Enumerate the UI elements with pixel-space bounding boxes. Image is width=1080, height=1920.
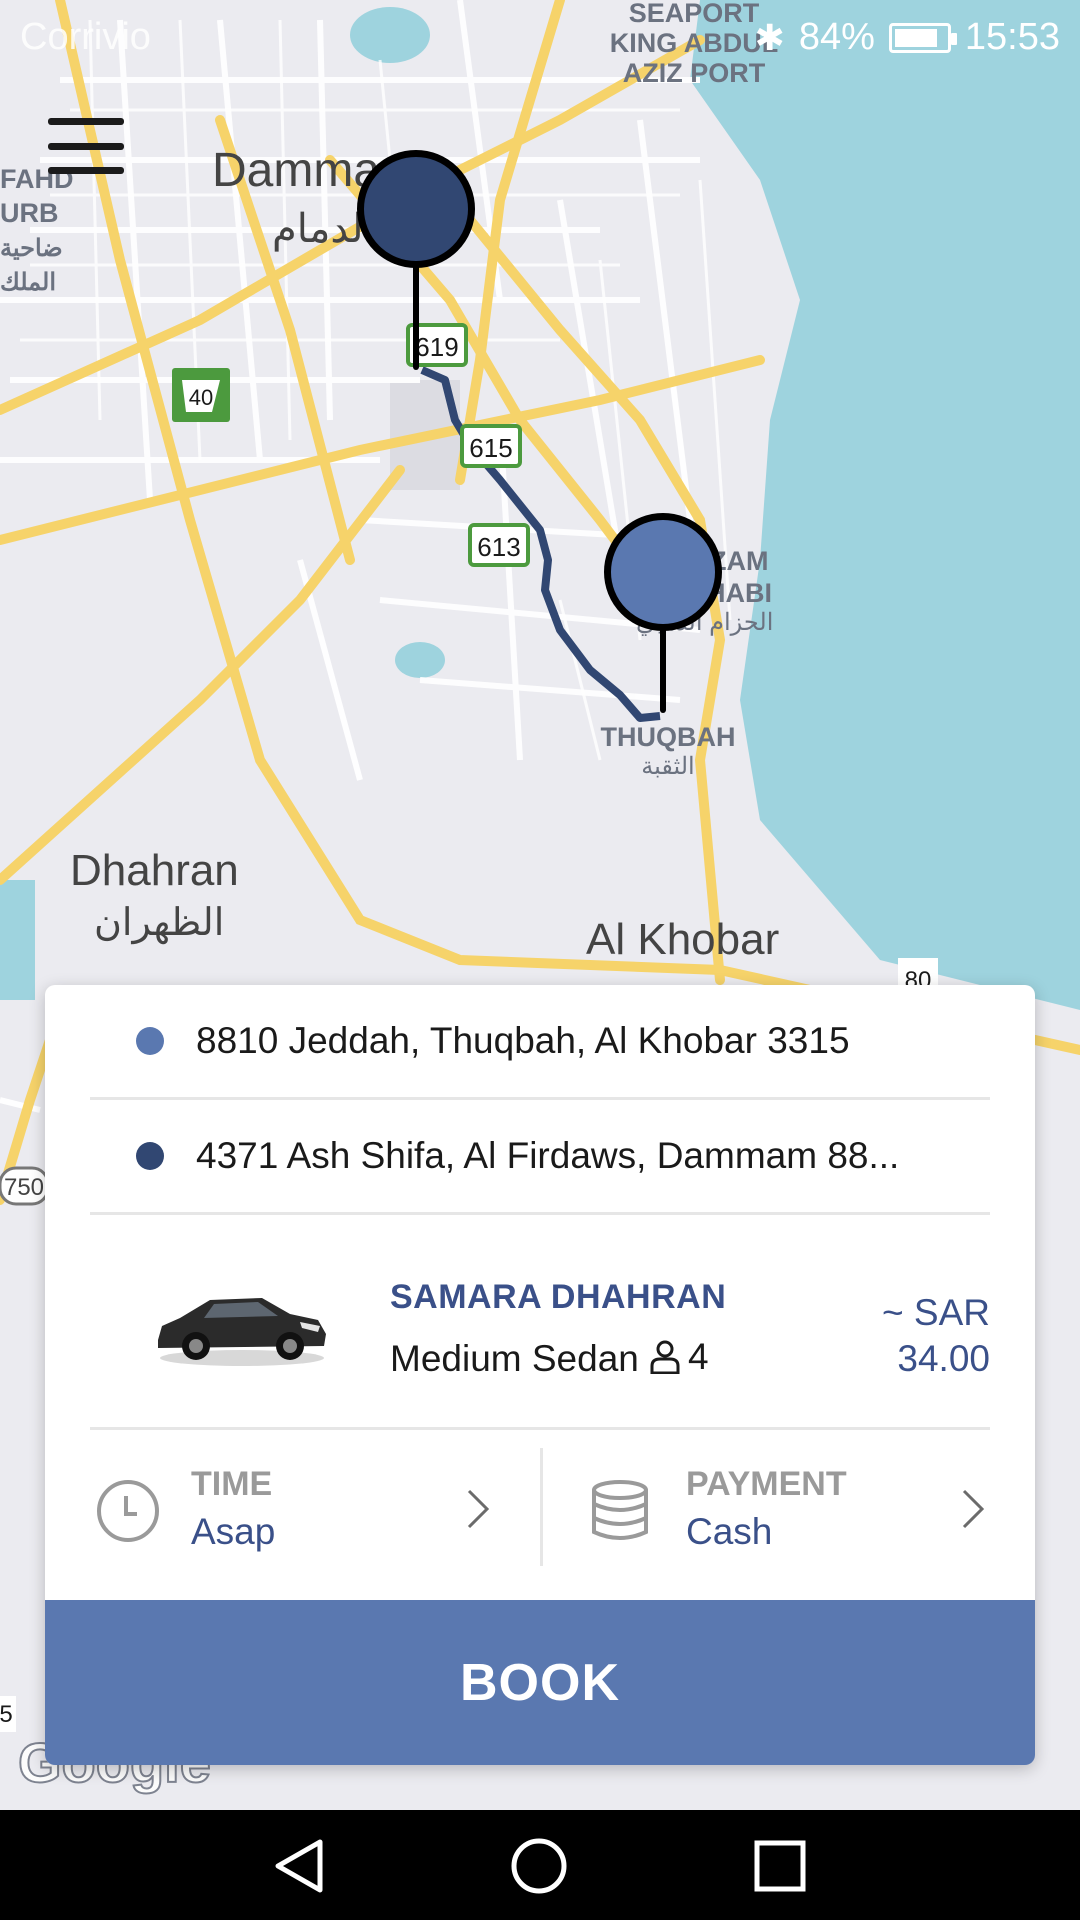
- dropoff-address: 4371 Ash Shifa, Al Firdaws, Dammam 88...: [196, 1135, 900, 1176]
- price-value: 34.00: [897, 1338, 990, 1379]
- car-icon: [158, 1298, 326, 1366]
- map-label-al-khobar: Al Khobar: [586, 915, 779, 964]
- map-label-dhahran-ar: الظهران: [94, 902, 224, 945]
- seat-count-value: 4: [688, 1336, 709, 1377]
- vehicle-type: Medium Sedan: [390, 1338, 639, 1379]
- menu-icon-bar: [48, 167, 124, 174]
- pickup-pin-tail: [660, 625, 666, 713]
- map-label-thuqbah: THUQBAH: [601, 722, 736, 752]
- status-time: 15:53: [964, 16, 1060, 58]
- dropoff-dot: [136, 1142, 164, 1170]
- road-shield-40: 40: [172, 368, 230, 422]
- status-carrier: Corrivio: [20, 16, 151, 58]
- pickup-pin-icon[interactable]: [604, 513, 722, 713]
- battery-fill: [894, 28, 937, 47]
- menu-icon[interactable]: [48, 116, 124, 176]
- svg-text:619: 619: [415, 332, 458, 362]
- status-bar: Corrivio ✱ 84% 15:53: [0, 0, 1080, 72]
- svg-text:750: 750: [4, 1174, 44, 1201]
- price-currency: ~ SAR: [882, 1292, 990, 1333]
- pickup-address-row[interactable]: 8810 Jeddah, Thuqbah, Al Khobar 3315: [90, 985, 990, 1100]
- book-button[interactable]: BOOK: [45, 1600, 1035, 1765]
- navigation-bar: [0, 1810, 1080, 1920]
- recents-icon[interactable]: [752, 1838, 808, 1894]
- options-row: TIME Asap PAYMENT Cash: [45, 1433, 1035, 1583]
- wallet-icon: [592, 1480, 648, 1540]
- svg-text:5: 5: [0, 1701, 13, 1728]
- chevron-right-icon: [467, 1489, 490, 1529]
- road-shield-613: 613: [468, 523, 530, 567]
- bluetooth-icon: ✱: [754, 16, 785, 58]
- chevron-right-icon: [962, 1489, 985, 1529]
- person-icon: [650, 1340, 680, 1374]
- battery-icon: [888, 22, 957, 53]
- back-icon[interactable]: [272, 1838, 328, 1894]
- payment-label: PAYMENT: [686, 1465, 847, 1503]
- road-shield-615: 615: [460, 424, 522, 468]
- svg-text:615: 615: [469, 433, 512, 463]
- dropoff-pin-icon[interactable]: [357, 150, 475, 370]
- menu-icon-bar: [48, 118, 124, 125]
- svg-text:40: 40: [189, 385, 213, 410]
- payment-value: Cash: [686, 1511, 773, 1552]
- payment-option[interactable]: PAYMENT Cash: [540, 1433, 1035, 1583]
- menu-icon-bar: [48, 142, 124, 150]
- clock-icon: [97, 1480, 159, 1542]
- time-option[interactable]: TIME Asap: [45, 1433, 540, 1583]
- map-label-thuqbah-ar: الثقبة: [641, 753, 694, 780]
- map-label-dammam: Damma: [212, 144, 380, 197]
- status-right: ✱ 84% 15:53: [755, 16, 1060, 59]
- map-label-fahd-ar-1: ضاحية: [0, 235, 63, 262]
- seat-count: 4: [650, 1336, 709, 1378]
- pickup-pin-head: [604, 513, 722, 631]
- time-value: Asap: [191, 1511, 276, 1552]
- svg-text:613: 613: [477, 532, 520, 562]
- home-icon[interactable]: [511, 1838, 567, 1894]
- pickup-dot: [136, 1027, 164, 1055]
- map-label-fahd-ar-2: الملك: [0, 269, 56, 296]
- dropoff-pin-tail: [413, 262, 419, 370]
- dropoff-address-row[interactable]: 4371 Ash Shifa, Al Firdaws, Dammam 88...: [90, 1100, 990, 1215]
- map-label-dhahran: Dhahran: [70, 846, 239, 895]
- booking-card: 8810 Jeddah, Thuqbah, Al Khobar 3315 437…: [45, 985, 1035, 1765]
- vehicle-provider: SAMARA DHAHRAN: [390, 1278, 727, 1316]
- road-shield-750: 750: [0, 1166, 50, 1206]
- time-label: TIME: [191, 1465, 273, 1503]
- dropoff-pin-head: [357, 150, 475, 268]
- road-shield-5: 5: [0, 1696, 16, 1732]
- pickup-address: 8810 Jeddah, Thuqbah, Al Khobar 3315: [196, 1020, 850, 1061]
- vehicle-row[interactable]: SAMARA DHAHRAN Medium Sedan 4 ~ SAR 34.0…: [90, 1230, 990, 1430]
- battery-percent: 84%: [798, 16, 875, 58]
- map-label-fahd-2: URB: [0, 198, 59, 228]
